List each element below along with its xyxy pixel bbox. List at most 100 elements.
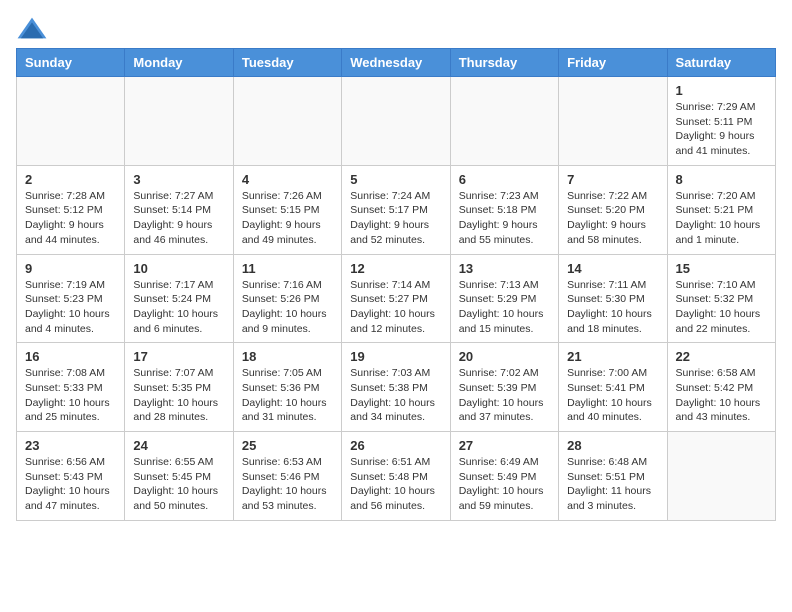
day-info: Sunrise: 7:27 AM Sunset: 5:14 PM Dayligh… <box>133 189 224 248</box>
day-info: Sunrise: 7:13 AM Sunset: 5:29 PM Dayligh… <box>459 278 550 337</box>
day-info: Sunrise: 7:00 AM Sunset: 5:41 PM Dayligh… <box>567 366 658 425</box>
day-info: Sunrise: 7:05 AM Sunset: 5:36 PM Dayligh… <box>242 366 333 425</box>
day-number: 24 <box>133 438 224 453</box>
day-info: Sunrise: 7:08 AM Sunset: 5:33 PM Dayligh… <box>25 366 116 425</box>
day-info: Sunrise: 6:56 AM Sunset: 5:43 PM Dayligh… <box>25 455 116 514</box>
week-row-4: 16 Sunrise: 7:08 AM Sunset: 5:33 PM Dayli… <box>17 343 776 432</box>
day-cell: 26 Sunrise: 6:51 AM Sunset: 5:48 PM Dayli… <box>342 432 450 521</box>
day-cell: 12 Sunrise: 7:14 AM Sunset: 5:27 PM Dayli… <box>342 254 450 343</box>
day-info: Sunrise: 6:48 AM Sunset: 5:51 PM Dayligh… <box>567 455 658 514</box>
day-number: 5 <box>350 172 441 187</box>
day-info: Sunrise: 7:17 AM Sunset: 5:24 PM Dayligh… <box>133 278 224 337</box>
day-cell <box>667 432 775 521</box>
day-cell: 22 Sunrise: 6:58 AM Sunset: 5:42 PM Dayli… <box>667 343 775 432</box>
day-cell: 15 Sunrise: 7:10 AM Sunset: 5:32 PM Dayli… <box>667 254 775 343</box>
day-info: Sunrise: 6:55 AM Sunset: 5:45 PM Dayligh… <box>133 455 224 514</box>
calendar-table: SundayMondayTuesdayWednesdayThursdayFrid… <box>16 48 776 521</box>
day-cell: 27Sunrise: 6:49 AM Sunset: 5:49 PM Dayli… <box>450 432 558 521</box>
day-info: Sunrise: 7:22 AM Sunset: 5:20 PM Dayligh… <box>567 189 658 248</box>
day-info: Sunrise: 7:10 AM Sunset: 5:32 PM Dayligh… <box>676 278 767 337</box>
day-cell <box>450 77 558 166</box>
day-cell: 7 Sunrise: 7:22 AM Sunset: 5:20 PM Daylig… <box>559 165 667 254</box>
day-info: Sunrise: 7:19 AM Sunset: 5:23 PM Dayligh… <box>25 278 116 337</box>
day-cell: 18 Sunrise: 7:05 AM Sunset: 5:36 PM Dayli… <box>233 343 341 432</box>
day-info: Sunrise: 7:28 AM Sunset: 5:12 PM Dayligh… <box>25 189 116 248</box>
day-info: Sunrise: 7:29 AM Sunset: 5:11 PM Dayligh… <box>676 100 767 159</box>
day-number: 23 <box>25 438 116 453</box>
day-number: 10 <box>133 261 224 276</box>
day-info: Sunrise: 7:24 AM Sunset: 5:17 PM Dayligh… <box>350 189 441 248</box>
day-cell <box>125 77 233 166</box>
weekday-header-thursday: Thursday <box>450 49 558 77</box>
day-number: 13 <box>459 261 550 276</box>
day-number: 15 <box>676 261 767 276</box>
day-cell: 4 Sunrise: 7:26 AM Sunset: 5:15 PM Daylig… <box>233 165 341 254</box>
day-info: Sunrise: 7:11 AM Sunset: 5:30 PM Dayligh… <box>567 278 658 337</box>
day-number: 3 <box>133 172 224 187</box>
day-info: Sunrise: 6:51 AM Sunset: 5:48 PM Dayligh… <box>350 455 441 514</box>
day-cell: 2 Sunrise: 7:28 AM Sunset: 5:12 PM Daylig… <box>17 165 125 254</box>
day-info: Sunrise: 7:14 AM Sunset: 5:27 PM Dayligh… <box>350 278 441 337</box>
day-cell: 21 Sunrise: 7:00 AM Sunset: 5:41 PM Dayli… <box>559 343 667 432</box>
day-cell: 5 Sunrise: 7:24 AM Sunset: 5:17 PM Daylig… <box>342 165 450 254</box>
day-number: 1 <box>676 83 767 98</box>
day-cell: 14 Sunrise: 7:11 AM Sunset: 5:30 PM Dayli… <box>559 254 667 343</box>
day-cell: 20 Sunrise: 7:02 AM Sunset: 5:39 PM Dayli… <box>450 343 558 432</box>
day-info: Sunrise: 7:02 AM Sunset: 5:39 PM Dayligh… <box>459 366 550 425</box>
day-number: 18 <box>242 349 333 364</box>
day-cell: 28 Sunrise: 6:48 AM Sunset: 5:51 PM Dayli… <box>559 432 667 521</box>
day-cell: 8Sunrise: 7:20 AM Sunset: 5:21 PM Daylig… <box>667 165 775 254</box>
day-info: Sunrise: 6:58 AM Sunset: 5:42 PM Dayligh… <box>676 366 767 425</box>
page-header <box>16 16 776 40</box>
weekday-header-sunday: Sunday <box>17 49 125 77</box>
day-number: 9 <box>25 261 116 276</box>
day-number: 20 <box>459 349 550 364</box>
week-row-2: 2 Sunrise: 7:28 AM Sunset: 5:12 PM Daylig… <box>17 165 776 254</box>
day-cell: 19 Sunrise: 7:03 AM Sunset: 5:38 PM Dayli… <box>342 343 450 432</box>
day-number: 22 <box>676 349 767 364</box>
day-number: 12 <box>350 261 441 276</box>
day-cell: 13 Sunrise: 7:13 AM Sunset: 5:29 PM Dayli… <box>450 254 558 343</box>
day-number: 14 <box>567 261 658 276</box>
day-cell: 17 Sunrise: 7:07 AM Sunset: 5:35 PM Dayli… <box>125 343 233 432</box>
week-row-5: 23 Sunrise: 6:56 AM Sunset: 5:43 PM Dayli… <box>17 432 776 521</box>
day-number: 7 <box>567 172 658 187</box>
day-number: 27 <box>459 438 550 453</box>
week-row-1: 1 Sunrise: 7:29 AM Sunset: 5:11 PM Daylig… <box>17 77 776 166</box>
weekday-header-wednesday: Wednesday <box>342 49 450 77</box>
day-info: Sunrise: 7:03 AM Sunset: 5:38 PM Dayligh… <box>350 366 441 425</box>
day-cell: 24 Sunrise: 6:55 AM Sunset: 5:45 PM Dayli… <box>125 432 233 521</box>
day-number: 28 <box>567 438 658 453</box>
day-cell: 11 Sunrise: 7:16 AM Sunset: 5:26 PM Dayli… <box>233 254 341 343</box>
day-number: 2 <box>25 172 116 187</box>
day-cell: 10 Sunrise: 7:17 AM Sunset: 5:24 PM Dayli… <box>125 254 233 343</box>
day-number: 16 <box>25 349 116 364</box>
day-cell <box>559 77 667 166</box>
day-info: Sunrise: 7:16 AM Sunset: 5:26 PM Dayligh… <box>242 278 333 337</box>
weekday-header-friday: Friday <box>559 49 667 77</box>
day-number: 8 <box>676 172 767 187</box>
weekday-header-tuesday: Tuesday <box>233 49 341 77</box>
day-number: 17 <box>133 349 224 364</box>
week-row-3: 9 Sunrise: 7:19 AM Sunset: 5:23 PM Daylig… <box>17 254 776 343</box>
day-number: 21 <box>567 349 658 364</box>
day-number: 11 <box>242 261 333 276</box>
day-info: Sunrise: 7:26 AM Sunset: 5:15 PM Dayligh… <box>242 189 333 248</box>
day-cell: 9 Sunrise: 7:19 AM Sunset: 5:23 PM Daylig… <box>17 254 125 343</box>
day-cell <box>342 77 450 166</box>
day-cell <box>17 77 125 166</box>
day-number: 19 <box>350 349 441 364</box>
day-cell: 16 Sunrise: 7:08 AM Sunset: 5:33 PM Dayli… <box>17 343 125 432</box>
day-info: Sunrise: 6:53 AM Sunset: 5:46 PM Dayligh… <box>242 455 333 514</box>
weekday-header-row: SundayMondayTuesdayWednesdayThursdayFrid… <box>17 49 776 77</box>
weekday-header-monday: Monday <box>125 49 233 77</box>
day-number: 26 <box>350 438 441 453</box>
day-number: 4 <box>242 172 333 187</box>
day-number: 25 <box>242 438 333 453</box>
day-cell <box>233 77 341 166</box>
day-number: 6 <box>459 172 550 187</box>
day-info: Sunrise: 7:07 AM Sunset: 5:35 PM Dayligh… <box>133 366 224 425</box>
day-info: Sunrise: 7:23 AM Sunset: 5:18 PM Dayligh… <box>459 189 550 248</box>
day-cell: 25 Sunrise: 6:53 AM Sunset: 5:46 PM Dayli… <box>233 432 341 521</box>
weekday-header-saturday: Saturday <box>667 49 775 77</box>
